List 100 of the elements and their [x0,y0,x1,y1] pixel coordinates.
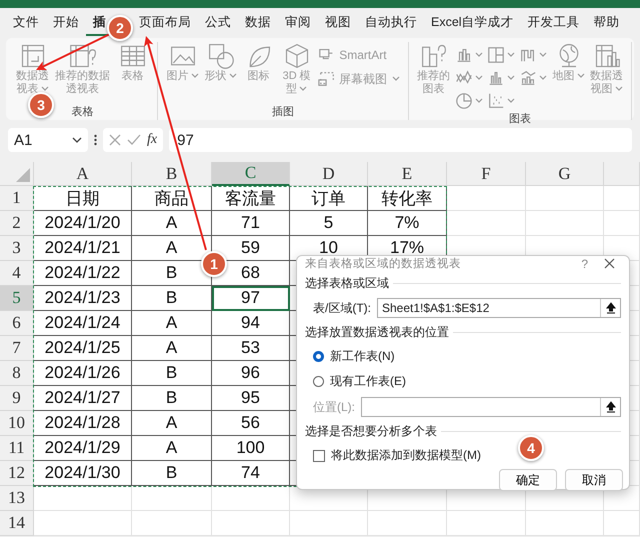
upload-arrow-icon [606,302,616,314]
table-cell: 74 [212,461,290,486]
menu-tab[interactable]: 开发工具 [520,10,587,36]
insert-function-button[interactable]: fx [147,132,158,148]
close-icon[interactable] [604,258,615,269]
table-cell: B [132,286,212,311]
table-cell: 2024/1/24 [34,311,132,336]
row-header[interactable]: 9 [0,386,34,411]
row-header[interactable]: 4 [0,261,34,286]
caret-icon [475,74,484,80]
row-header[interactable]: 13 [0,486,34,511]
menu-tab[interactable]: 视图 [318,10,358,36]
row-header[interactable]: 12 [0,461,34,486]
menu-tab[interactable]: 开始 [46,10,86,36]
caret-icon [507,98,516,104]
table-cell: B [132,386,212,411]
column-header[interactable]: C [212,162,290,186]
menu-tab[interactable]: 数据 [238,10,278,36]
menu-tab[interactable]: 自动执行 [358,10,424,36]
table-cell: B [132,361,212,386]
table-cell: 2024/1/21 [34,236,132,261]
section-heading: 选择表格或区域 [305,275,389,292]
group-title: 插图 [272,106,294,118]
column-header[interactable]: G [526,162,604,186]
row-header[interactable]: 6 [0,311,34,336]
menu-tab[interactable]: Excel自学成才 [424,10,521,36]
row-header[interactable]: 7 [0,336,34,361]
row-header[interactable]: 14 [0,511,34,536]
row-header[interactable]: 8 [0,361,34,386]
checkbox[interactable] [313,450,325,462]
group-title: 图表 [509,113,532,125]
table-cell: B [132,461,212,486]
empty-cell [604,186,640,211]
row-header[interactable]: 2 [0,211,34,236]
table-cell: 日期 [34,186,132,211]
dialog-button[interactable]: 取消 [565,469,623,491]
select-all-icon[interactable] [16,168,30,182]
field-label: 表/区域(T): [313,300,371,316]
table-cell: 2024/1/27 [34,386,132,411]
table-cell: 2024/1/29 [34,436,132,461]
row-header[interactable]: 5 [0,286,34,311]
caret-icon [539,52,548,58]
caret-icon [539,74,548,80]
column-header[interactable]: B [132,162,212,186]
range-field[interactable]: Sheet1!$A$1:$E$12 [377,298,621,318]
treemap-chart-icon [487,46,506,64]
row-header[interactable]: 11 [0,436,34,461]
table-cell: 客流量 [212,186,290,211]
empty-cell [604,211,640,236]
pie-chart-icon [455,92,474,110]
group-title: 表格 [72,106,94,118]
radio-option[interactable]: 新工作表(N) [305,347,621,366]
menu-tab[interactable]: 帮助 [586,10,627,36]
scatter-chart-icon [487,92,506,110]
radio-button[interactable] [313,351,324,362]
table-cell: 5 [290,211,368,236]
column-header[interactable]: F [447,162,526,186]
row-header[interactable]: 3 [0,236,34,261]
section-heading: 选择是否想要分析多个表 [305,423,437,440]
table-cell: 100 [212,436,290,461]
row-header[interactable]: 10 [0,411,34,436]
table-cell: 53 [212,336,290,361]
radio-button[interactable] [313,376,324,387]
menu-tab[interactable]: 审阅 [278,10,318,36]
table-cell: 2024/1/30 [34,461,132,486]
table-cell: 7% [368,211,447,236]
column-header[interactable]: E [368,162,447,186]
table-cell: 94 [212,311,290,336]
table-cell: 95 [212,386,290,411]
table-cell: 56 [212,411,290,436]
checkmark-icon[interactable] [127,134,141,146]
table-cell: A [132,311,212,336]
column-header[interactable]: D [290,162,368,186]
shapes-icon [206,42,235,70]
step-marker: 2 [107,15,133,41]
name-box[interactable]: A1 [8,128,88,152]
menu-tab[interactable]: 页面布局 [132,10,198,36]
radio-option[interactable]: 现有工作表(E) [305,372,621,391]
help-button[interactable]: ? [581,256,588,270]
table-cell: 97 [212,286,290,311]
upload-arrow-icon [606,401,616,413]
field-value: Sheet1!$A$1:$E$12 [382,301,490,315]
caret-icon [190,73,199,80]
dialog-button[interactable]: 确定 [499,469,557,491]
section-heading: 选择放置数据透视表的位置 [305,324,449,341]
table-cell: A [132,336,212,361]
table-cell: 2024/1/22 [34,261,132,286]
menu-tab[interactable]: 文件 [6,10,46,36]
row-header[interactable]: 1 [0,186,34,211]
menu-tab[interactable]: 公式 [198,10,238,36]
more-options-icon[interactable] [94,134,97,146]
table-cell: A [132,436,212,461]
table-cell: A [132,411,212,436]
caret-icon [40,86,48,92]
column-header[interactable]: A [34,162,132,186]
table-cell: 2024/1/23 [34,286,132,311]
table-cell: 2024/1/26 [34,361,132,386]
cancel-icon[interactable] [109,134,121,146]
range-field[interactable] [361,397,621,417]
formula-field[interactable]: 97 [169,128,632,152]
